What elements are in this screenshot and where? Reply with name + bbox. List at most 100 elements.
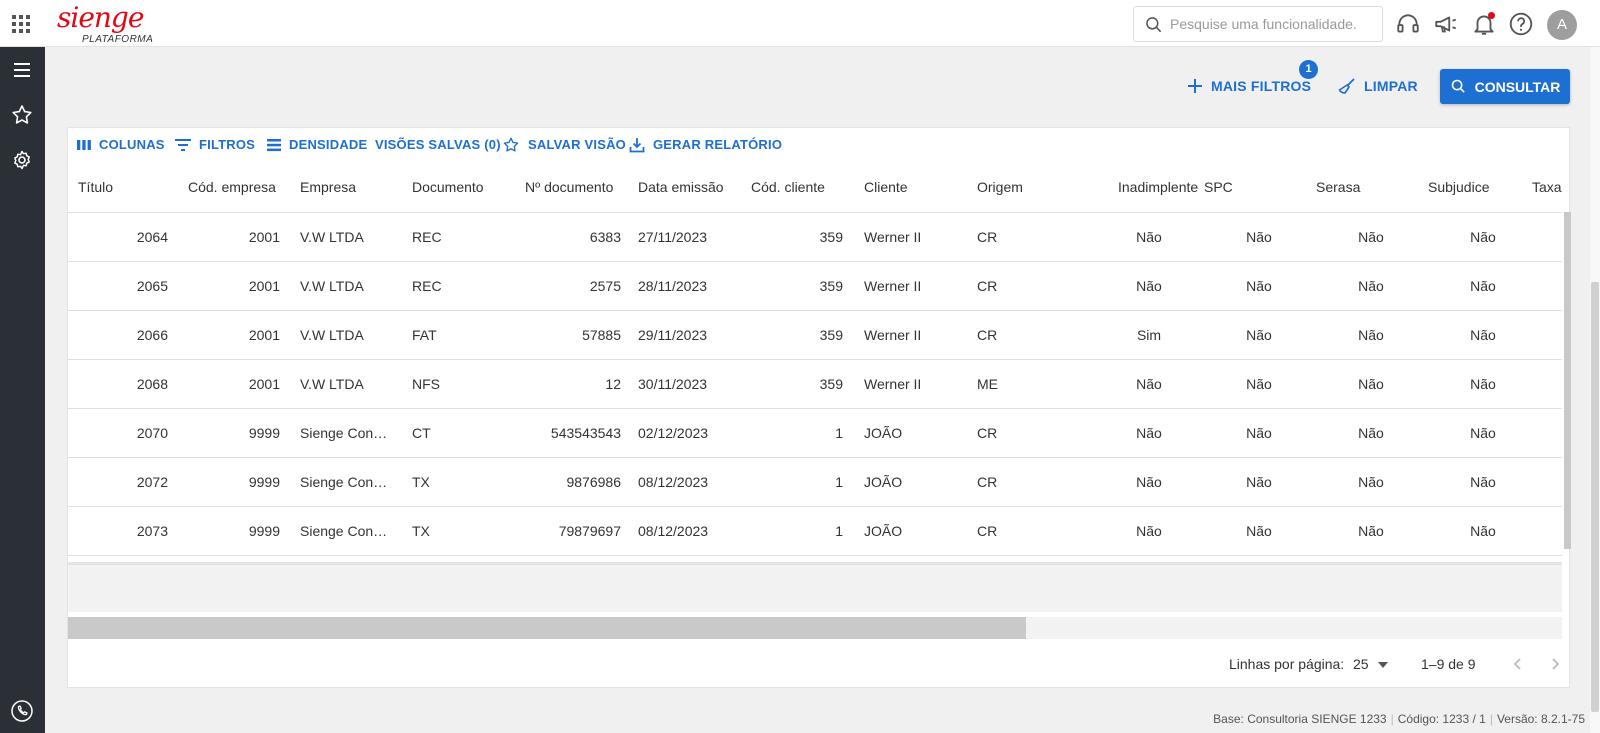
help-icon[interactable] [1508,11,1534,37]
grid-header: Título Cód. empresa Empresa Documento Nº… [68,161,1562,213]
megaphone-icon[interactable] [1433,11,1459,37]
column-header[interactable]: Serasa [1316,161,1416,213]
search-button-label: CONSULTAR [1474,78,1561,95]
sienge-logo[interactable]: sienge PLATAFORMA [57,3,157,46]
density-icon [267,138,281,151]
column-header[interactable]: Título [78,161,178,213]
table-cell: TX [412,523,430,539]
column-header[interactable]: Cód. cliente [751,161,851,213]
apps-grid-icon[interactable] [12,15,30,33]
clear-label: LIMPAR [1364,78,1418,94]
column-header[interactable]: SPC [1204,161,1304,213]
generate-report-button[interactable]: GERAR RELATÓRIO [629,128,782,161]
table-row[interactable]: 2072 9999 Sienge Constr... TX 9876986 08/12/2… [68,458,1562,507]
table-cell: V.W LTDA [300,376,364,392]
filters-button[interactable]: FILTROS [175,128,255,161]
search-input[interactable] [1170,7,1375,41]
table-cell: Sienge Constr... [300,425,392,441]
avatar[interactable]: A [1547,10,1577,40]
star-icon[interactable] [10,103,34,127]
columns-button[interactable]: COLUNAS [77,128,165,161]
table-cell: 12 [605,376,621,392]
chevron-left-icon[interactable] [1509,655,1527,673]
rows-per-page-select[interactable]: 25 [1353,641,1393,687]
density-label: DENSIDADE [289,137,368,152]
filter-icon [175,138,191,151]
search-box [1133,6,1383,42]
column-header[interactable]: Inadimplente [1118,161,1218,213]
table-cell: Não [1470,376,1496,392]
table-cell: FAT [412,327,437,343]
table-cell: 1 [835,523,843,539]
table-cell: Sienge Constr... [300,523,392,539]
download-icon [629,137,645,152]
column-header[interactable]: Taxa a [1532,161,1562,213]
table-cell: TX [412,474,430,490]
table-row[interactable]: 2073 9999 Sienge Constr... TX 79879697 08/12/… [68,507,1562,556]
table-cell: NFS [412,376,440,392]
table-cell: Não [1246,474,1272,490]
table-cell: 2064 [136,229,168,245]
table-cell: Não [1358,474,1384,490]
table-cell: Não [1358,425,1384,441]
table-cell: 28/11/2023 [638,278,708,294]
table-cell: Não [1136,523,1162,539]
columns-label: COLUNAS [99,137,165,152]
table-cell: Sim [1136,327,1162,343]
table-cell: ME [977,376,998,392]
top-bar: sienge PLATAFORMA A [0,0,1600,47]
grid-toolbar: COLUNAS FILTROS DENSIDADE VISÕES SALVAS … [68,128,1569,161]
page-scrollbar[interactable] [1590,47,1600,733]
table-cell: 359 [819,376,843,392]
table-cell: 08/12/2023 [638,523,709,539]
more-filters-label: MAIS FILTROS [1211,78,1312,94]
table-cell: Não [1470,278,1496,294]
table-cell: Não [1470,229,1496,245]
table-cell: Não [1246,376,1272,392]
page-scrollbar-thumb[interactable] [1591,282,1599,712]
clear-button[interactable]: LIMPAR [1338,68,1418,104]
column-header[interactable]: Documento [412,161,512,213]
phone-icon[interactable] [10,699,34,723]
column-header[interactable]: Cliente [864,161,964,213]
density-button[interactable]: DENSIDADE [267,128,367,161]
table-row[interactable]: 2064 2001 V.W LTDA REC 6383 27/11/2023 359 Wern… [68,213,1562,262]
rows-per-page-value: 25 [1353,656,1369,672]
table-cell: V.W LTDA [300,229,364,245]
vertical-scrollbar[interactable] [1564,212,1571,549]
table-cell: Não [1358,229,1384,245]
column-header[interactable]: Nº documento [525,161,625,213]
column-header[interactable]: Empresa [300,161,400,213]
more-filters-button[interactable]: MAIS FILTROS [1187,68,1311,104]
bell-icon[interactable] [1471,11,1497,37]
horizontal-scrollbar-thumb[interactable] [68,617,1026,639]
plus-icon [1188,79,1202,93]
table-cell: 2001 [248,229,280,245]
table-row[interactable]: 2066 2001 V.W LTDA FAT 57885 29/11/2023 359 Wer… [68,311,1562,360]
table-cell: REC [412,278,442,294]
save-view-button[interactable]: SALVAR VISÃO [502,128,626,161]
table-cell: Não [1136,474,1162,490]
rows-per-page-label: Linhas por página: [1229,656,1345,672]
column-header[interactable]: Data emissão [638,161,738,213]
menu-icon[interactable] [10,58,34,82]
table-row[interactable]: 2068 2001 V.W LTDA NFS 12 30/11/2023 359 Werner… [68,360,1562,409]
search-button[interactable]: CONSULTAR [1440,69,1570,104]
table-cell: 9876986 [566,474,621,490]
table-row[interactable]: 2065 2001 V.W LTDA REC 2575 28/11/2023 359 Wern… [68,262,1562,311]
headset-icon[interactable] [1395,11,1421,37]
column-header[interactable]: Subjudice [1428,161,1528,213]
table-cell: 79879697 [558,523,621,539]
chevron-right-icon[interactable] [1546,655,1564,673]
notification-dot [1488,12,1495,19]
column-header[interactable]: Origem [977,161,1077,213]
table-cell: 29/11/2023 [638,327,708,343]
table-cell: CR [977,523,998,539]
gear-icon[interactable] [10,148,34,172]
saved-views-label: VISÕES SALVAS (0) [375,137,501,152]
column-header[interactable]: Cód. empresa [188,161,288,213]
saved-views-button[interactable]: VISÕES SALVAS (0) [375,128,501,161]
table-row[interactable]: 2070 9999 Sienge Constr... CT 543543543 02/12… [68,409,1562,458]
table-cell: 1 [835,425,843,441]
table-cell: Não [1136,278,1162,294]
